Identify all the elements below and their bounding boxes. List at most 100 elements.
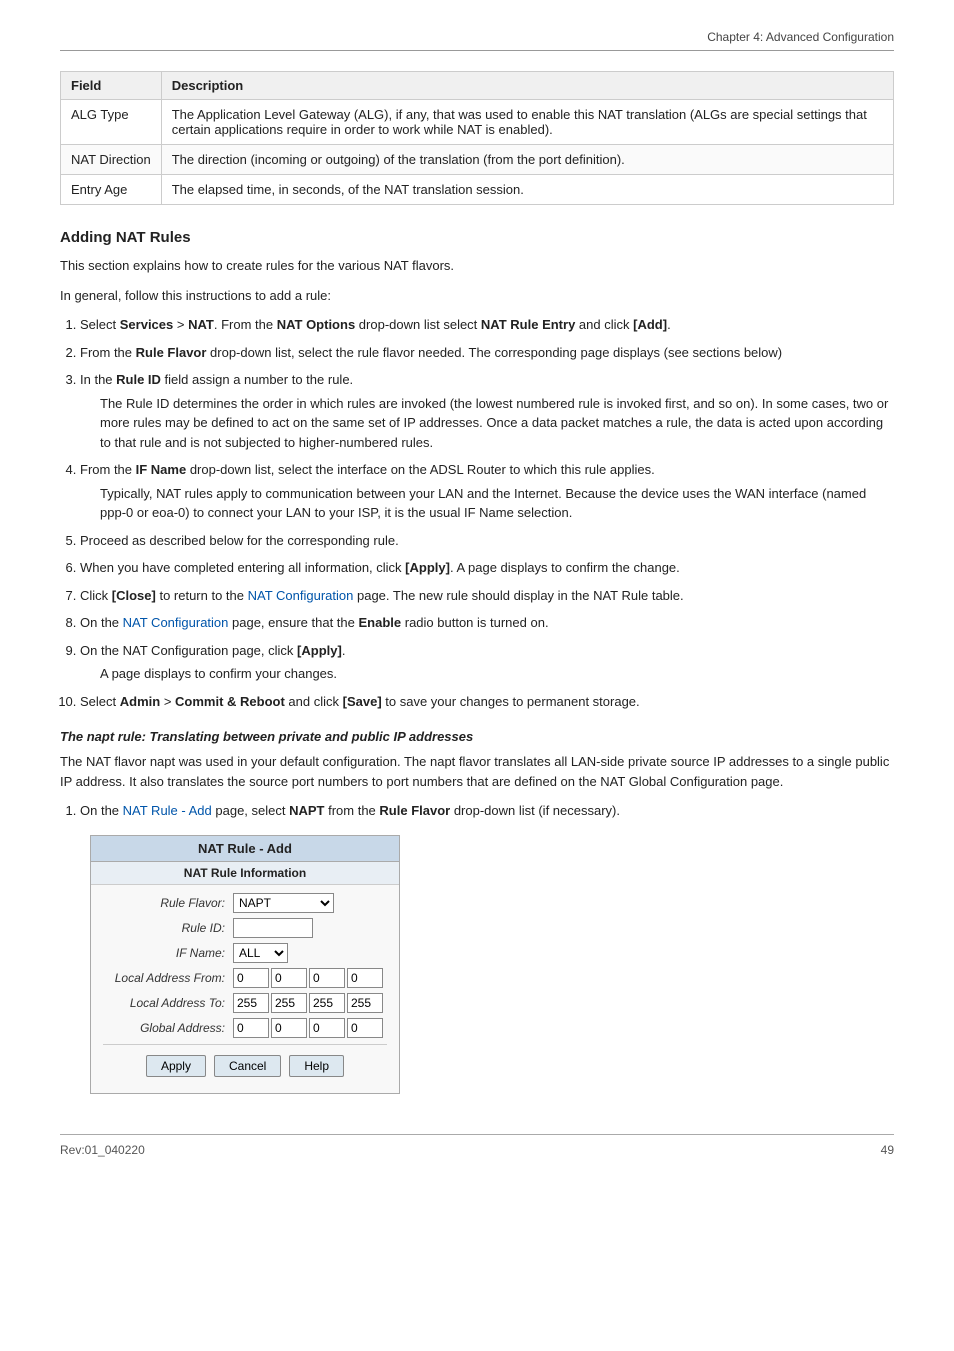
step-item: Select Admin > Commit & Reboot and click… bbox=[80, 692, 894, 712]
nat-rule-add-link[interactable]: NAT Rule - Add bbox=[123, 803, 212, 818]
step-item: Select Services > NAT. From the NAT Opti… bbox=[80, 315, 894, 335]
local-addr-to-0[interactable] bbox=[233, 993, 269, 1013]
chapter-header-text: Chapter 4: Advanced Configuration bbox=[707, 30, 894, 44]
step-item: On the NAT Configuration page, ensure th… bbox=[80, 613, 894, 633]
local-addr-to-2[interactable] bbox=[309, 993, 345, 1013]
page-number: 49 bbox=[881, 1143, 894, 1157]
step-item: Proceed as described below for the corre… bbox=[80, 531, 894, 551]
step-item: In the Rule ID field assign a number to … bbox=[80, 370, 894, 452]
local-addr-to-3[interactable] bbox=[347, 993, 383, 1013]
step-item: From the Rule Flavor drop-down list, sel… bbox=[80, 343, 894, 363]
local-addr-from-row: Local Address From: bbox=[103, 968, 387, 988]
bold-text: NAT Rule Entry bbox=[481, 317, 575, 332]
intro-para-1: This section explains how to create rule… bbox=[60, 256, 894, 276]
local-addr-from-2[interactable] bbox=[309, 968, 345, 988]
revision-text: Rev:01_040220 bbox=[60, 1143, 145, 1157]
rule-id-input[interactable] bbox=[233, 918, 313, 938]
step-indent: The Rule ID determines the order in whic… bbox=[100, 394, 894, 453]
form-title: NAT Rule - Add bbox=[91, 836, 399, 862]
table-row: Entry Age bbox=[61, 175, 162, 205]
table-description: The direction (incoming or outgoing) of … bbox=[161, 145, 893, 175]
steps-list: Select Services > NAT. From the NAT Opti… bbox=[80, 315, 894, 711]
if-name-control: ALL ppp-0 eoa-0 bbox=[233, 943, 387, 963]
global-addr-2[interactable] bbox=[309, 1018, 345, 1038]
bold-text: [Apply] bbox=[297, 643, 342, 658]
step-indent: Typically, NAT rules apply to communicat… bbox=[100, 484, 894, 523]
global-addr-row: Global Address: bbox=[103, 1018, 387, 1038]
local-addr-to-1[interactable] bbox=[271, 993, 307, 1013]
napt-step1-bold1: NAPT bbox=[289, 803, 324, 818]
table-row: NAT Direction bbox=[61, 145, 162, 175]
global-addr-label: Global Address: bbox=[103, 1021, 233, 1035]
nat-config-link[interactable]: NAT Configuration bbox=[248, 588, 354, 603]
local-addr-to-label: Local Address To: bbox=[103, 996, 233, 1010]
adding-nat-section: Adding NAT Rules This section explains h… bbox=[60, 229, 894, 711]
global-addr-3[interactable] bbox=[347, 1018, 383, 1038]
rule-flavor-select[interactable]: NAPT NAT NAPT_DMZIP bbox=[233, 893, 334, 913]
col-description: Description bbox=[161, 72, 893, 100]
step-item: When you have completed entering all inf… bbox=[80, 558, 894, 578]
global-addr-1[interactable] bbox=[271, 1018, 307, 1038]
napt-step1-bold2: Rule Flavor bbox=[379, 803, 450, 818]
napt-rule-section: The napt rule: Translating between priva… bbox=[60, 729, 894, 1094]
rule-flavor-control: NAPT NAT NAPT_DMZIP bbox=[233, 893, 387, 913]
bold-text: Enable bbox=[359, 615, 402, 630]
rule-flavor-label: Rule Flavor: bbox=[103, 896, 233, 910]
bold-text: Rule Flavor bbox=[136, 345, 207, 360]
cancel-button[interactable]: Cancel bbox=[214, 1055, 281, 1077]
form-body: Rule Flavor: NAPT NAT NAPT_DMZIP Rule ID… bbox=[91, 885, 399, 1093]
napt-step-1: On the NAT Rule - Add page, select NAPT … bbox=[80, 801, 894, 821]
local-addr-from-control bbox=[233, 968, 387, 988]
page-footer: Rev:01_040220 49 bbox=[60, 1134, 894, 1157]
bold-text: NAT Options bbox=[277, 317, 355, 332]
field-description-table: Field Description ALG TypeThe Applicatio… bbox=[60, 71, 894, 205]
local-addr-from-1[interactable] bbox=[271, 968, 307, 988]
global-addr-control bbox=[233, 1018, 387, 1038]
section-title: Adding NAT Rules bbox=[60, 229, 894, 246]
napt-para-1: The NAT flavor napt was used in your def… bbox=[60, 752, 894, 791]
local-addr-to-row: Local Address To: bbox=[103, 993, 387, 1013]
napt-subsection-title: The napt rule: Translating between priva… bbox=[60, 729, 894, 744]
rule-flavor-row: Rule Flavor: NAPT NAT NAPT_DMZIP bbox=[103, 893, 387, 913]
global-addr-0[interactable] bbox=[233, 1018, 269, 1038]
napt-step1-after: page, select bbox=[212, 803, 289, 818]
step-indent: A page displays to confirm your changes. bbox=[100, 664, 894, 684]
local-addr-from-label: Local Address From: bbox=[103, 971, 233, 985]
if-name-label: IF Name: bbox=[103, 946, 233, 960]
step-item: From the IF Name drop-down list, select … bbox=[80, 460, 894, 523]
bold-text: IF Name bbox=[136, 462, 187, 477]
napt-steps-list: On the NAT Rule - Add page, select NAPT … bbox=[80, 801, 894, 821]
bold-text: [Close] bbox=[112, 588, 156, 603]
bold-text: Commit & Reboot bbox=[175, 694, 285, 709]
help-button[interactable]: Help bbox=[289, 1055, 344, 1077]
apply-button[interactable]: Apply bbox=[146, 1055, 206, 1077]
napt-step1-text3: drop-down list (if necessary). bbox=[450, 803, 620, 818]
if-name-row: IF Name: ALL ppp-0 eoa-0 bbox=[103, 943, 387, 963]
local-addr-from-0[interactable] bbox=[233, 968, 269, 988]
napt-step1-before: On the bbox=[80, 803, 123, 818]
rule-id-label: Rule ID: bbox=[103, 921, 233, 935]
form-info-header: NAT Rule Information bbox=[91, 862, 399, 885]
bold-text: Services bbox=[120, 317, 174, 332]
step-item: On the NAT Configuration page, click [Ap… bbox=[80, 641, 894, 684]
bold-text: Rule ID bbox=[116, 372, 161, 387]
bold-text: [Save] bbox=[343, 694, 382, 709]
rule-id-control bbox=[233, 918, 387, 938]
nat-config-link[interactable]: NAT Configuration bbox=[123, 615, 229, 630]
if-name-select[interactable]: ALL ppp-0 eoa-0 bbox=[233, 943, 288, 963]
nat-rule-add-form: NAT Rule - Add NAT Rule Information Rule… bbox=[90, 835, 400, 1094]
table-row: ALG Type bbox=[61, 100, 162, 145]
chapter-header: Chapter 4: Advanced Configuration bbox=[60, 30, 894, 51]
napt-step1-text2: from the bbox=[324, 803, 379, 818]
step-item: Click [Close] to return to the NAT Confi… bbox=[80, 586, 894, 606]
rule-id-row: Rule ID: bbox=[103, 918, 387, 938]
local-addr-from-3[interactable] bbox=[347, 968, 383, 988]
bold-text: Admin bbox=[120, 694, 160, 709]
bold-text: [Apply] bbox=[405, 560, 450, 575]
col-field: Field bbox=[61, 72, 162, 100]
table-description: The Application Level Gateway (ALG), if … bbox=[161, 100, 893, 145]
intro-para-2: In general, follow this instructions to … bbox=[60, 286, 894, 306]
table-description: The elapsed time, in seconds, of the NAT… bbox=[161, 175, 893, 205]
bold-text: [Add] bbox=[633, 317, 667, 332]
form-buttons: Apply Cancel Help bbox=[103, 1044, 387, 1085]
